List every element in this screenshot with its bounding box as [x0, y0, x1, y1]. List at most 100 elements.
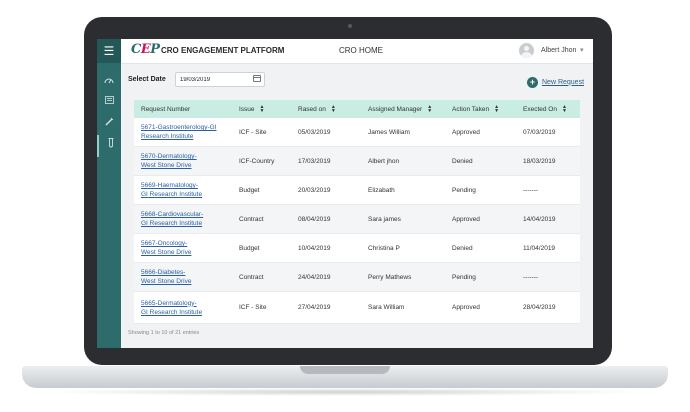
col-exected-on[interactable]: Exected On ▲ ▼: [516, 105, 580, 114]
request-link[interactable]: 5671-Gastroenterology-GI Research Institu…: [134, 123, 232, 141]
request-link[interactable]: 5669-Haematology- GI Research Institute: [134, 181, 232, 199]
request-link-line: 5667-Oncology-: [141, 240, 188, 247]
user-name[interactable]: Albert Jhon: [541, 47, 576, 54]
request-link[interactable]: 5667-Oncology- West Stone Drive: [134, 239, 232, 257]
chevron-down-icon[interactable]: ▾: [580, 46, 584, 54]
sort-icon[interactable]: ▲ ▼: [260, 105, 265, 114]
rased-cell: 10/04/2019: [298, 244, 331, 252]
rased-cell: 05/03/2019: [298, 128, 331, 136]
avatar[interactable]: [519, 43, 534, 58]
request-link-line: 5670-Dermatology-: [141, 153, 197, 160]
pagination-info: Showing 1 to 10 of 21 entries: [128, 330, 200, 336]
request-link-line: GI Research Institute: [141, 191, 203, 198]
sort-icon[interactable]: ▲ ▼: [494, 105, 499, 114]
exected-cell: 28/04/2019: [523, 304, 556, 311]
table-row: 5667-Oncology- West Stone Drive Budget 10…: [134, 234, 580, 263]
col-request-number[interactable]: Request Number: [134, 106, 232, 113]
cep-logo[interactable]: CEP: [131, 42, 160, 57]
col-label: Issue: [239, 105, 255, 113]
exected-cell: 11/04/2019: [523, 244, 556, 252]
requests-table: Request Number Issue ▲ ▼ Rased on ▲ ▼ Assign…: [134, 100, 580, 324]
col-assigned-manager[interactable]: Assigned Manager ▲ ▼: [361, 105, 445, 114]
request-link-line: GI Research Institute: [141, 308, 203, 316]
rased-cell: 27/04/2019: [298, 304, 331, 311]
col-label: Assigned Manager: [368, 105, 423, 113]
table-row: 5670-Dermatology- West Stone Drive ICF-Co…: [134, 147, 580, 176]
new-request-button[interactable]: + New Request: [527, 76, 584, 88]
issue-cell: Contract: [239, 273, 264, 281]
sort-icon[interactable]: ▲ ▼: [331, 105, 336, 114]
manager-cell: Albert jhon: [368, 157, 400, 165]
issue-cell: ICF - Site: [239, 304, 267, 311]
action-cell: Approved: [452, 215, 480, 223]
table-header: Request Number Issue ▲ ▼ Rased on ▲ ▼ Assign…: [134, 100, 580, 118]
table-row: 5668-Cardiovascular- GI Research Institut…: [134, 205, 580, 234]
action-cell: Denied: [452, 244, 473, 252]
laptop-shadow: [40, 388, 650, 396]
request-link-line: 5668-Cardiovascular-: [141, 211, 204, 218]
table-row: 5669-Haematology- GI Research Institute B…: [134, 176, 580, 205]
request-link-line: 5666-Diabetes-: [141, 269, 186, 276]
manager-cell: James William: [368, 128, 410, 136]
request-link-line: West Stone Drive: [141, 278, 192, 285]
request-link-line: 5665-Dermatology-: [141, 299, 197, 307]
col-rased-on[interactable]: Rased on ▲ ▼: [291, 105, 361, 114]
date-input[interactable]: [180, 75, 244, 84]
col-label: Request Number: [141, 105, 191, 113]
manager-cell: Perry Mathews: [368, 273, 412, 281]
request-link[interactable]: 5665-Dermatology- GI Research Institute: [134, 299, 232, 317]
date-picker[interactable]: [175, 72, 265, 87]
new-request-label: New Request: [542, 78, 585, 86]
rased-cell: 24/04/2019: [298, 273, 331, 281]
request-link-line: Research Institute: [141, 133, 194, 140]
issue-cell: Contract: [239, 215, 264, 223]
plus-icon: +: [527, 76, 538, 88]
request-link-line: 5669-Haematology-: [141, 182, 199, 189]
exected-cell: -------: [523, 186, 539, 194]
table-row: 5666-Diabetes- West Stone Drive Contract …: [134, 263, 580, 292]
sort-icon[interactable]: ▲ ▼: [427, 105, 432, 114]
request-link-line: 5671-Gastroenterology-GI: [141, 124, 217, 131]
laptop-notch: [300, 366, 390, 374]
manager-cell: Elizabath: [368, 186, 395, 194]
action-cell: Denied: [452, 157, 473, 165]
manager-cell: Sara james: [368, 215, 401, 223]
col-action-taken[interactable]: Action Taken ▲ ▼: [445, 105, 516, 114]
rased-cell: 20/03/2019: [298, 186, 331, 194]
manager-cell: Sara William: [368, 304, 405, 311]
action-cell: Pending: [452, 186, 476, 194]
page-title: CRO HOME: [339, 46, 383, 55]
app-screen: ☰ CEP CRO ENGAGEMENT PLATFORM CRO HOME A…: [97, 39, 593, 348]
rased-cell: 17/03/2019: [298, 157, 331, 165]
request-link-line: GI Research Institute: [141, 220, 203, 227]
col-label: Exected On: [523, 105, 557, 113]
table-row: 5671-Gastroenterology-GI Research Institu…: [134, 118, 580, 147]
list-icon[interactable]: [97, 91, 121, 113]
exected-cell: 07/03/2019: [523, 128, 556, 136]
col-label: Rased on: [298, 105, 326, 113]
request-link[interactable]: 5668-Cardiovascular- GI Research Institut…: [134, 210, 232, 228]
select-date-label: Select Date: [128, 76, 166, 83]
exected-cell: 14/04/2019: [523, 215, 556, 223]
test-tube-icon[interactable]: [97, 135, 123, 157]
menu-icon[interactable]: ☰: [97, 39, 121, 63]
request-link-line: West Stone Drive: [141, 162, 192, 169]
rased-cell: 08/04/2019: [298, 215, 331, 223]
sidebar: ☰: [97, 39, 121, 348]
issue-cell: Budget: [239, 186, 260, 194]
syringe-icon[interactable]: [97, 113, 121, 135]
action-cell: Approved: [452, 304, 480, 311]
request-link-line: West Stone Drive: [141, 249, 192, 256]
sort-icon[interactable]: ▲ ▼: [562, 105, 567, 114]
col-issue[interactable]: Issue ▲ ▼: [232, 105, 291, 114]
brand-name: CRO ENGAGEMENT PLATFORM: [161, 46, 285, 55]
issue-cell: ICF - Site: [239, 128, 267, 136]
request-link[interactable]: 5666-Diabetes- West Stone Drive: [134, 268, 232, 286]
top-bar: CEP CRO ENGAGEMENT PLATFORM CRO HOME Alb…: [121, 39, 593, 64]
speedometer-icon[interactable]: [97, 71, 121, 93]
col-label: Action Taken: [452, 105, 490, 113]
manager-cell: Christina P: [368, 244, 400, 252]
calendar-icon[interactable]: [253, 75, 261, 82]
issue-cell: ICF-Country: [239, 157, 275, 165]
request-link[interactable]: 5670-Dermatology- West Stone Drive: [134, 152, 232, 170]
